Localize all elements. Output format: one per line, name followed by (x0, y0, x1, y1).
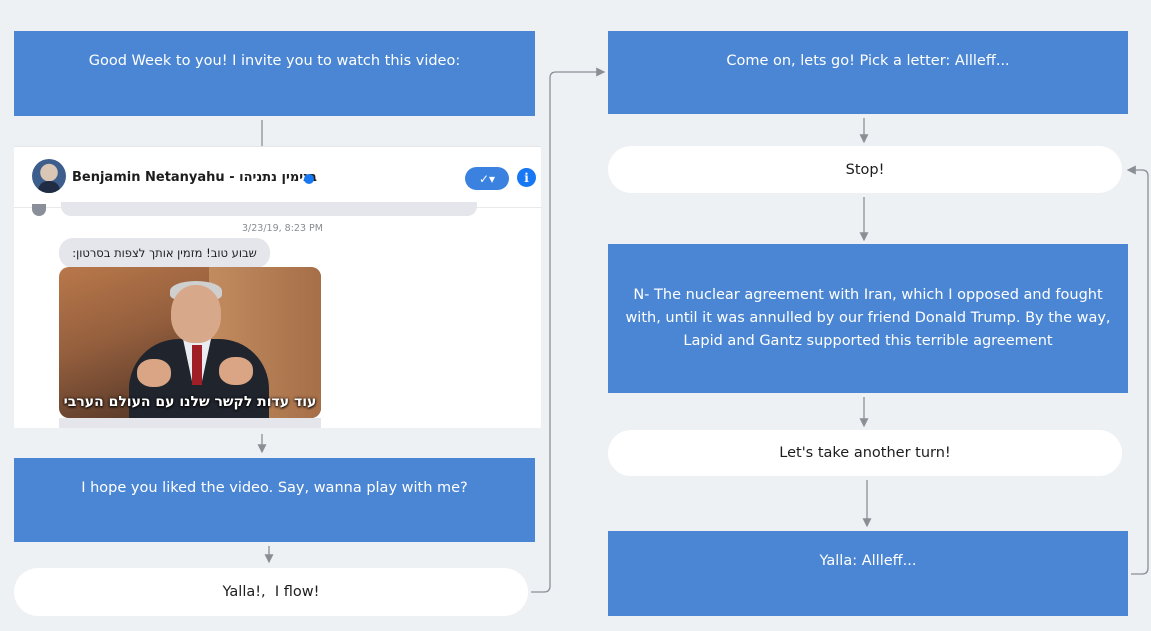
video-figure-hand-left (137, 359, 171, 387)
flowchart-canvas: Good Week to you! I invite you to watch … (0, 0, 1151, 631)
pick-letter-box: Come on, lets go! Pick a letter: Allleff… (608, 31, 1128, 114)
message-timestamp: 3/23/19, 8:23 PM (242, 223, 323, 234)
nuclear-agreement-box: N- The nuclear agreement with Iran, whic… (608, 244, 1128, 393)
bubble-bottom-edge (59, 418, 321, 428)
flow-reply-text: Yalla!, I flow! (222, 584, 320, 600)
flow-reply-pill[interactable]: Yalla!, I flow! (14, 568, 528, 616)
another-turn-pill[interactable]: Let's take another turn! (608, 430, 1122, 476)
profile-avatar (32, 159, 66, 193)
greeting-box: Good Week to you! I invite you to watch … (14, 31, 535, 116)
pick-letter-text: Come on, lets go! Pick a letter: Allleff… (726, 53, 1010, 69)
another-turn-text: Let's take another turn! (779, 445, 951, 461)
stop-text: Stop! (845, 161, 885, 178)
info-icon[interactable]: i (517, 168, 536, 187)
yalla-allleff-text: Yalla: Allleff... (819, 553, 917, 569)
video-thumbnail[interactable]: עוד עדות לקשר שלנו עם העולם הערבי (59, 267, 321, 418)
video-figure-hand-right (219, 357, 253, 385)
liked-video-box: I hope you liked the video. Say, wanna p… (14, 458, 535, 542)
liked-video-text: I hope you liked the video. Say, wanna p… (81, 480, 468, 496)
video-figure-head (171, 285, 221, 343)
stop-pill[interactable]: Stop! (608, 146, 1122, 193)
arrow-flow-to-pick-letter (531, 67, 606, 593)
previous-message-bubble (61, 202, 477, 216)
chat-header: Benjamin Netanyahu - בנימין נתניהו ✓▾ i (14, 146, 541, 208)
page-name: Benjamin Netanyahu - בנימין נתניהו (72, 170, 317, 185)
video-caption: עוד עדות לקשר שלנו עם העולם הערבי (63, 394, 317, 410)
verified-badge-icon (304, 174, 314, 184)
previous-avatar (32, 204, 46, 216)
yalla-allleff-box: Yalla: Allleff... (608, 531, 1128, 616)
video-figure-tie (192, 345, 202, 385)
messenger-screenshot: Benjamin Netanyahu - בנימין נתניהו ✓▾ i … (14, 146, 541, 428)
greeting-text: Good Week to you! I invite you to watch … (88, 53, 461, 69)
checkmark-dropdown-icon[interactable]: ✓▾ (465, 167, 509, 190)
message-bubble: שבוע טוב! מזמין אותך לצפות בסרטון: (59, 238, 270, 268)
arrow-yalla-loop-to-stop (1126, 165, 1149, 575)
nuclear-agreement-text: N- The nuclear agreement with Iran, whic… (625, 287, 1111, 349)
